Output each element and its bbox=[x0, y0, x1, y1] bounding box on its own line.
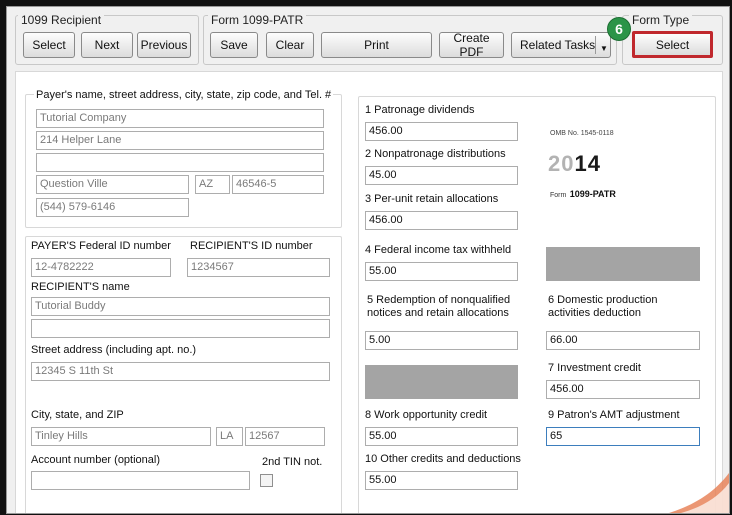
step-badge: 6 bbox=[607, 17, 631, 41]
tax-year: 2014 bbox=[548, 152, 601, 176]
box1-label: 1 Patronage dividends bbox=[365, 104, 475, 116]
create-pdf-button[interactable]: Create PDF bbox=[439, 31, 504, 59]
shaded-area-left bbox=[365, 365, 518, 399]
form-1099-patr-window: 1099 Recipient Select Next Previous Form… bbox=[6, 6, 730, 514]
payer-label: Payer's name, street address, city, stat… bbox=[34, 89, 334, 102]
next-button[interactable]: Next bbox=[81, 32, 133, 58]
box10-label: 10 Other credits and deductions bbox=[365, 453, 521, 465]
box2-label: 2 Nonpatronage distributions bbox=[365, 148, 506, 160]
box7-label: 7 Investment credit bbox=[548, 362, 641, 374]
box7-input[interactable]: 456.00 bbox=[546, 380, 700, 399]
payer-id-label: PAYER'S Federal ID number bbox=[31, 240, 171, 252]
dropdown-divider bbox=[595, 36, 596, 54]
previous-button[interactable]: Previous bbox=[137, 32, 191, 58]
form-type-title: Form Type bbox=[629, 13, 693, 27]
payer-id-input[interactable]: 12-4782222 bbox=[31, 258, 171, 277]
box6-label-line2: activities deduction bbox=[548, 307, 641, 319]
city-state-zip-label: City, state, and ZIP bbox=[31, 409, 124, 421]
payer-name-input[interactable]: Tutorial Company bbox=[36, 109, 324, 128]
print-button[interactable]: Print bbox=[321, 32, 432, 58]
omb-number: OMB No. 1545-0118 bbox=[550, 130, 614, 137]
save-button[interactable]: Save bbox=[210, 32, 258, 58]
recipient-select-button[interactable]: Select bbox=[23, 32, 75, 58]
box4-input[interactable]: 55.00 bbox=[365, 262, 518, 281]
tax-year-prefix: 20 bbox=[548, 151, 575, 176]
recipient-zip-input[interactable]: 12567 bbox=[245, 427, 325, 446]
box10-input[interactable]: 55.00 bbox=[365, 471, 518, 490]
recipient-state-input[interactable]: LA bbox=[216, 427, 243, 446]
box5-label-line1: 5 Redemption of nonqualified bbox=[367, 294, 511, 306]
form-type-select-button[interactable]: Select bbox=[632, 31, 713, 58]
recipient-id-input[interactable]: 1234567 bbox=[187, 258, 330, 277]
chevron-down-icon: ▼ bbox=[600, 44, 608, 53]
box6-input[interactable]: 66.00 bbox=[546, 331, 700, 350]
box5-input[interactable]: 5.00 bbox=[365, 331, 518, 350]
tax-year-suffix: 14 bbox=[574, 151, 601, 176]
recipient-nav-group: 1099 Recipient Select Next Previous bbox=[15, 13, 199, 65]
form-prefix: Form bbox=[550, 192, 567, 199]
payer-zip-input[interactable]: 46546-5 bbox=[232, 175, 324, 194]
box6-label-line1: 6 Domestic production bbox=[548, 294, 658, 306]
box2-input[interactable]: 45.00 bbox=[365, 166, 518, 185]
recipient-street-label: Street address (including apt. no.) bbox=[31, 344, 197, 356]
corner-swoosh bbox=[669, 473, 729, 513]
recipient-id-label: RECIPIENT'S ID number bbox=[190, 240, 313, 252]
recipient-name-input[interactable]: Tutorial Buddy bbox=[31, 297, 330, 316]
account-number-input[interactable] bbox=[31, 471, 250, 490]
box1-input[interactable]: 456.00 bbox=[365, 122, 518, 141]
box3-label: 3 Per-unit retain allocations bbox=[365, 193, 499, 205]
box4-label: 4 Federal income tax withheld bbox=[365, 244, 512, 256]
recipient-city-input[interactable]: Tinley Hills bbox=[31, 427, 211, 446]
account-number-label: Account number (optional) bbox=[31, 454, 161, 466]
recipient-name-label: RECIPIENT'S name bbox=[31, 281, 130, 293]
box9-label: 9 Patron's AMT adjustment bbox=[548, 409, 680, 421]
shaded-area-right bbox=[546, 247, 700, 281]
related-tasks-label: Related Tasks bbox=[520, 38, 596, 52]
form-name: Form 1099-PATR bbox=[550, 188, 616, 201]
payer-street-input[interactable]: 214 Helper Lane bbox=[36, 131, 324, 150]
second-tin-checkbox[interactable] bbox=[260, 474, 273, 487]
form-name-text: 1099-PATR bbox=[569, 189, 616, 199]
related-tasks-button[interactable]: Related Tasks ▼ bbox=[511, 32, 611, 58]
box5-label-line2: notices and retain allocations bbox=[367, 307, 509, 319]
payer-state-input[interactable]: AZ bbox=[195, 175, 230, 194]
recipient-street-input[interactable]: 12345 S 11th St bbox=[31, 362, 330, 381]
recipient-nav-title: 1099 Recipient bbox=[18, 13, 105, 27]
recipient-name2-input[interactable] bbox=[31, 319, 330, 338]
form-actions-title: Form 1099-PATR bbox=[208, 13, 307, 27]
form-actions-group: Form 1099-PATR Save Clear Print Create P… bbox=[203, 13, 617, 65]
form-type-group: Form Type Select 6 bbox=[607, 13, 723, 65]
form-panel: Payer's name, street address, city, stat… bbox=[15, 71, 723, 513]
payer-city-input[interactable]: Question Ville bbox=[36, 175, 189, 194]
box8-input[interactable]: 55.00 bbox=[365, 427, 518, 446]
box9-input[interactable]: 65 bbox=[546, 427, 700, 446]
box3-input[interactable]: 456.00 bbox=[365, 211, 518, 230]
payer-phone-input[interactable]: (544) 579-6146 bbox=[36, 198, 189, 217]
second-tin-label: 2nd TIN not. bbox=[262, 456, 323, 468]
payer-extra-input[interactable] bbox=[36, 153, 324, 172]
box8-label: 8 Work opportunity credit bbox=[365, 409, 488, 421]
clear-button[interactable]: Clear bbox=[266, 32, 314, 58]
